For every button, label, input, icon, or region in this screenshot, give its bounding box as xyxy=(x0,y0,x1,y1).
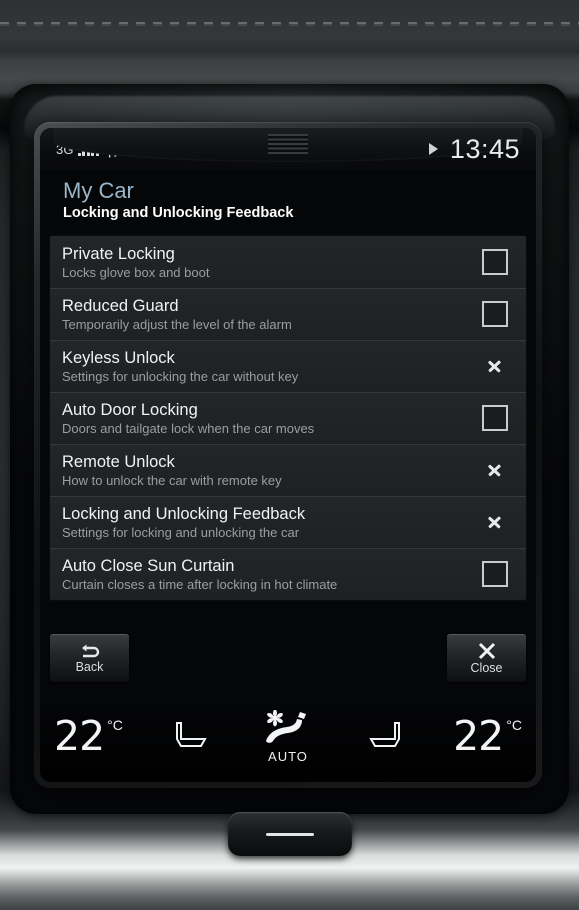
status-bar-right: 13:45 xyxy=(428,133,520,164)
checkbox-reduced-guard[interactable] xyxy=(482,301,508,327)
infotainment-screen: 3G ⎡​ 13:45 My Car Locking and Un xyxy=(40,128,536,782)
list-item-texts: Reduced Guard Temporarily adjust the lev… xyxy=(62,296,472,333)
chevron-right-icon[interactable] xyxy=(488,354,502,378)
list-item[interactable]: Auto Door Locking Doors and tailgate loc… xyxy=(50,392,526,444)
list-item-control[interactable] xyxy=(472,249,518,275)
list-item-texts: Keyless Unlock Settings for unlocking th… xyxy=(62,348,472,385)
list-item[interactable]: Auto Close Sun Curtain Curtain closes a … xyxy=(50,548,526,600)
climate-bar: 22 °C AUTO 22 °C xyxy=(40,696,536,782)
list-item[interactable]: Private Locking Locks glove box and boot xyxy=(50,236,526,288)
speaker-grille-icon xyxy=(268,134,308,154)
list-item-title: Remote Unlock xyxy=(62,452,175,471)
driver-temperature-value: 22 xyxy=(54,712,105,760)
list-item-subtitle: Curtain closes a time after locking in h… xyxy=(62,576,338,592)
driver-temperature[interactable]: 22 °C xyxy=(54,712,123,760)
list-item-title: Reduced Guard xyxy=(62,296,179,315)
list-item-subtitle: Settings for locking and unlocking the c… xyxy=(62,524,300,540)
list-item[interactable]: Remote Unlock How to unlock the car with… xyxy=(50,444,526,496)
driver-seat-heater-button[interactable] xyxy=(169,719,215,753)
list-item-control[interactable] xyxy=(472,458,518,482)
list-item-subtitle: Locks glove box and boot xyxy=(62,264,210,280)
play-icon xyxy=(428,143,438,155)
list-item[interactable]: Locking and Unlocking Feedback Settings … xyxy=(50,496,526,548)
list-item[interactable]: Reduced Guard Temporarily adjust the lev… xyxy=(50,288,526,340)
list-item-control[interactable] xyxy=(472,561,518,587)
checkbox-auto-door-locking[interactable] xyxy=(482,405,508,431)
back-arrow-icon xyxy=(79,643,101,659)
list-item-control[interactable] xyxy=(472,301,518,327)
home-hardware-button[interactable] xyxy=(227,812,352,856)
seat-icon xyxy=(368,722,400,747)
back-button-label: Back xyxy=(75,659,104,674)
list-item-title: Locking and Unlocking Feedback xyxy=(62,504,306,523)
clock-label: 13:45 xyxy=(449,133,520,164)
close-button-label: Close xyxy=(470,660,503,675)
dashboard-stitching-secondary xyxy=(0,24,579,26)
list-item-title: Auto Door Locking xyxy=(62,400,198,419)
checkbox-auto-close-sun-curtain[interactable] xyxy=(482,561,508,587)
auto-climate-label: AUTO xyxy=(268,748,308,764)
list-item-subtitle: How to unlock the car with remote key xyxy=(62,472,282,488)
page-header: My Car Locking and Unlocking Feedback xyxy=(40,170,536,232)
page-subtitle: Locking and Unlocking Feedback xyxy=(63,205,294,221)
settings-list: Private Locking Locks glove box and boot… xyxy=(50,236,526,600)
list-item-control[interactable] xyxy=(472,510,518,534)
list-item-title: Keyless Unlock xyxy=(62,348,175,367)
status-bar: 3G ⎡​ 13:45 xyxy=(40,128,536,170)
page-title: My Car xyxy=(63,178,134,203)
car-dashboard: 3G ⎡​ 13:45 My Car Locking and Un xyxy=(0,0,579,910)
list-item-texts: Remote Unlock How to unlock the car with… xyxy=(62,452,472,489)
list-item-texts: Private Locking Locks glove box and boot xyxy=(62,244,472,281)
checkbox-private-locking[interactable] xyxy=(482,249,508,275)
list-item-texts: Auto Door Locking Doors and tailgate loc… xyxy=(62,400,472,437)
chevron-right-icon[interactable] xyxy=(488,458,502,482)
button-bar: Back Close xyxy=(50,634,526,682)
list-item-texts: Locking and Unlocking Feedback Settings … xyxy=(62,504,472,541)
list-item-subtitle: Doors and tailgate lock when the car mov… xyxy=(62,420,315,436)
chevron-right-icon[interactable] xyxy=(488,510,502,534)
list-item-title: Auto Close Sun Curtain xyxy=(62,556,235,575)
list-item[interactable]: Keyless Unlock Settings for unlocking th… xyxy=(50,340,526,392)
seat-icon xyxy=(176,722,208,747)
list-item-control[interactable] xyxy=(472,405,518,431)
driver-temperature-unit: °C xyxy=(107,717,123,733)
close-x-icon xyxy=(477,642,497,660)
display-bezel: 3G ⎡​ 13:45 My Car Locking and Un xyxy=(34,122,542,788)
home-bar-icon xyxy=(265,832,314,836)
close-button[interactable]: Close xyxy=(447,634,526,682)
back-button[interactable]: Back xyxy=(50,634,129,682)
list-item-subtitle: Temporarily adjust the level of the alar… xyxy=(62,316,292,332)
list-item-texts: Auto Close Sun Curtain Curtain closes a … xyxy=(62,556,472,593)
list-item-control[interactable] xyxy=(472,354,518,378)
passenger-temperature-unit: °C xyxy=(506,717,522,733)
list-item-subtitle: Settings for unlocking the car without k… xyxy=(62,368,299,384)
auto-climate-button[interactable]: AUTO xyxy=(262,709,314,764)
list-item-title: Private Locking xyxy=(62,244,175,263)
passenger-temperature[interactable]: 22 °C xyxy=(453,712,522,760)
passenger-temperature-value: 22 xyxy=(453,712,504,760)
passenger-seat-heater-button[interactable] xyxy=(361,719,407,753)
auto-climate-seat-airflow-icon xyxy=(265,709,306,743)
